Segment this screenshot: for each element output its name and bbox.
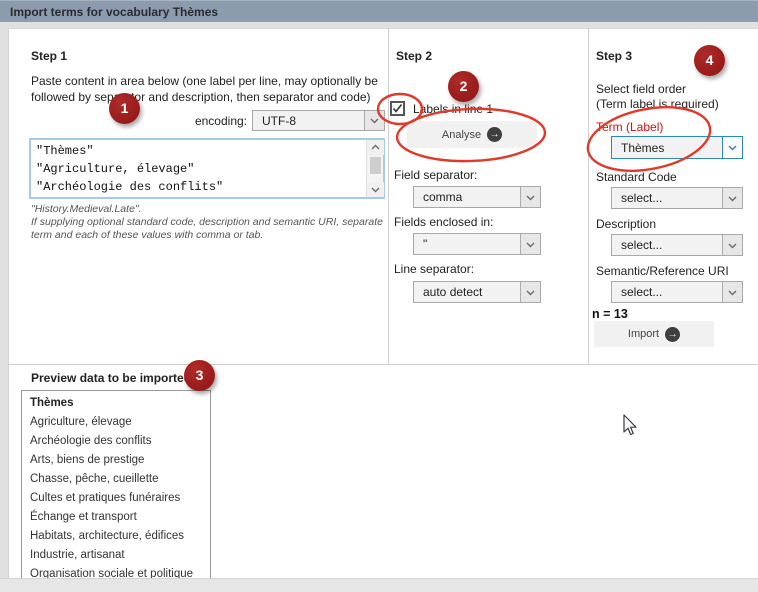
standard-code-value: select... xyxy=(612,191,722,205)
encoding-select[interactable]: UTF-8 xyxy=(252,110,385,131)
horizontal-scrollbar-track[interactable] xyxy=(0,578,758,592)
checkmark-icon xyxy=(392,103,403,114)
preview-list-item: Cultes et pratiques funéraires xyxy=(22,489,210,508)
term-label: Term (Label) xyxy=(596,120,663,134)
field-separator-select[interactable]: comma xyxy=(413,186,541,208)
line-separator-label: Line separator: xyxy=(394,262,474,276)
description-select[interactable]: select... xyxy=(611,234,743,256)
import-button[interactable]: Import → xyxy=(594,321,714,347)
step1-instructions: Paste content in area below (one label p… xyxy=(31,73,389,105)
preview-list-item: Habitats, architecture, édifices xyxy=(22,527,210,546)
description-label: Description xyxy=(596,217,656,231)
term-select-value: Thèmes xyxy=(612,141,722,155)
import-button-label: Import xyxy=(628,328,659,340)
preview-list-item: Agriculture, élevage xyxy=(22,413,210,432)
fields-enclosed-label: Fields enclosed in: xyxy=(394,215,493,229)
dialog-title: Import terms for vocabulary Thèmes xyxy=(10,5,218,19)
chevron-down-icon xyxy=(364,111,384,130)
preview-list-item: Échange et transport xyxy=(22,508,210,527)
standard-code-select[interactable]: select... xyxy=(611,187,743,209)
hint-example: "History.Medieval.Late". xyxy=(31,203,387,216)
field-order-note: (Term label is required) xyxy=(596,97,719,111)
field-separator-value: comma xyxy=(414,190,520,204)
semantic-uri-label: Semantic/Reference URI xyxy=(596,264,729,278)
go-arrow-icon: → xyxy=(665,327,680,342)
chevron-down-icon xyxy=(520,187,540,207)
preview-list: ThèmesAgriculture, élevageArchéologie de… xyxy=(21,390,211,580)
term-select[interactable]: Thèmes xyxy=(611,136,743,159)
semantic-uri-value: select... xyxy=(612,285,722,299)
chevron-down-icon xyxy=(520,282,540,302)
preview-list-item: Chasse, pêche, cueillette xyxy=(22,470,210,489)
labels-in-line1-label: Labels in line 1 xyxy=(413,102,493,116)
import-dialog-body: Step 1 Paste content in area below (one … xyxy=(8,28,758,578)
step2-title: Step 2 xyxy=(396,49,432,63)
description-value: select... xyxy=(612,238,722,252)
annotation-badge-2: 2 xyxy=(448,71,479,102)
preview-list-item: Thèmes xyxy=(22,394,210,413)
textarea-line: "Agriculture, élevage" xyxy=(36,160,366,178)
line-separator-value: auto detect xyxy=(414,285,520,299)
line-separator-select[interactable]: auto detect xyxy=(413,281,541,303)
steps-bottom-divider xyxy=(9,364,758,365)
go-arrow-icon: → xyxy=(487,127,502,142)
step1-title: Step 1 xyxy=(31,49,67,63)
preview-list-item: Archéologie des conflits xyxy=(22,432,210,451)
column-divider xyxy=(588,29,589,364)
encoding-label: encoding: xyxy=(195,114,247,128)
scrollbar-thumb[interactable] xyxy=(370,157,381,174)
dialog-header: Import terms for vocabulary Thèmes xyxy=(0,0,758,22)
chevron-down-icon xyxy=(722,188,742,208)
annotation-badge-3: 3 xyxy=(184,360,215,391)
chevron-down-icon xyxy=(520,234,540,254)
analyse-button-label: Analyse xyxy=(442,129,481,141)
paste-content-textarea[interactable]: "Thèmes""Agriculture, élevage""Archéolog… xyxy=(29,138,385,199)
scroll-up-button[interactable] xyxy=(367,140,384,155)
textarea-scrollbar[interactable] xyxy=(366,140,383,197)
annotation-badge-1: 1 xyxy=(109,93,140,124)
preview-title: Preview data to be imported xyxy=(31,371,191,385)
textarea-line: "Thèmes" xyxy=(36,142,366,160)
mouse-cursor xyxy=(618,413,640,442)
term-count: n = 13 xyxy=(592,307,628,321)
textarea-line: "Archéologie des conflits" xyxy=(36,178,366,196)
preview-list-item: Industrie, artisanat xyxy=(22,546,210,565)
field-separator-label: Field separator: xyxy=(394,168,477,182)
hint-text: If supplying optional standard code, des… xyxy=(31,216,387,242)
standard-code-label: Standard Code xyxy=(596,170,677,184)
analyse-button[interactable]: Analyse → xyxy=(407,121,537,148)
chevron-down-icon xyxy=(722,137,742,158)
labels-in-line1-checkbox[interactable] xyxy=(390,101,405,116)
fields-enclosed-select[interactable]: " xyxy=(413,233,541,255)
field-order-subtitle: Select field order xyxy=(596,82,686,96)
annotation-badge-4: 4 xyxy=(694,45,725,76)
chevron-down-icon xyxy=(722,282,742,302)
encoding-select-value: UTF-8 xyxy=(253,114,364,128)
preview-list-item: Arts, biens de prestige xyxy=(22,451,210,470)
scroll-down-button[interactable] xyxy=(367,182,384,197)
textarea-content: "Thèmes""Agriculture, élevage""Archéolog… xyxy=(31,140,366,197)
chevron-down-icon xyxy=(722,235,742,255)
fields-enclosed-value: " xyxy=(414,237,520,251)
step3-title: Step 3 xyxy=(596,49,632,63)
semantic-uri-select[interactable]: select... xyxy=(611,281,743,303)
